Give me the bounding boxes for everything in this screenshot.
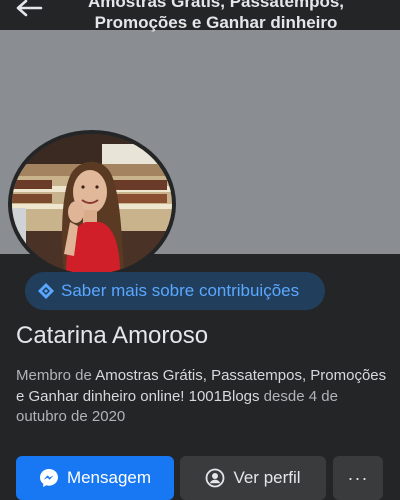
contributions-button[interactable]: Saber mais sobre contribuições <box>25 272 325 310</box>
message-button[interactable]: Mensagem <box>16 456 174 500</box>
page-title-line-1: Amostras Grátis, Passatempos, <box>87 0 345 11</box>
member-description: Membro de Amostras Grátis, Passatempos, … <box>16 366 388 428</box>
badge-icon <box>37 282 55 300</box>
message-button-label: Mensagem <box>66 468 152 487</box>
contributions-label: Saber mais sobre contribuições <box>61 281 300 300</box>
avatar[interactable] <box>12 134 172 274</box>
more-icon: ··· <box>347 467 369 488</box>
top-bar: Amostras Grátis, Passatempos, Promoções … <box>0 0 400 33</box>
more-button[interactable]: ··· <box>333 456 383 500</box>
description-prefix: Membro de <box>16 367 96 384</box>
messenger-icon <box>39 469 58 487</box>
profile-name: Catarina Amoroso <box>16 322 209 349</box>
user-circle-icon <box>206 468 225 488</box>
page-title-line-2: Promoções e Ganhar dinheiro <box>94 13 338 32</box>
arrow-left-icon[interactable] <box>14 0 44 22</box>
view-profile-button-label: Ver perfil <box>233 468 301 487</box>
page-title: Amostras Grátis, Passatempos, Promoções … <box>52 0 380 33</box>
view-profile-button[interactable]: Ver perfil <box>180 456 326 500</box>
